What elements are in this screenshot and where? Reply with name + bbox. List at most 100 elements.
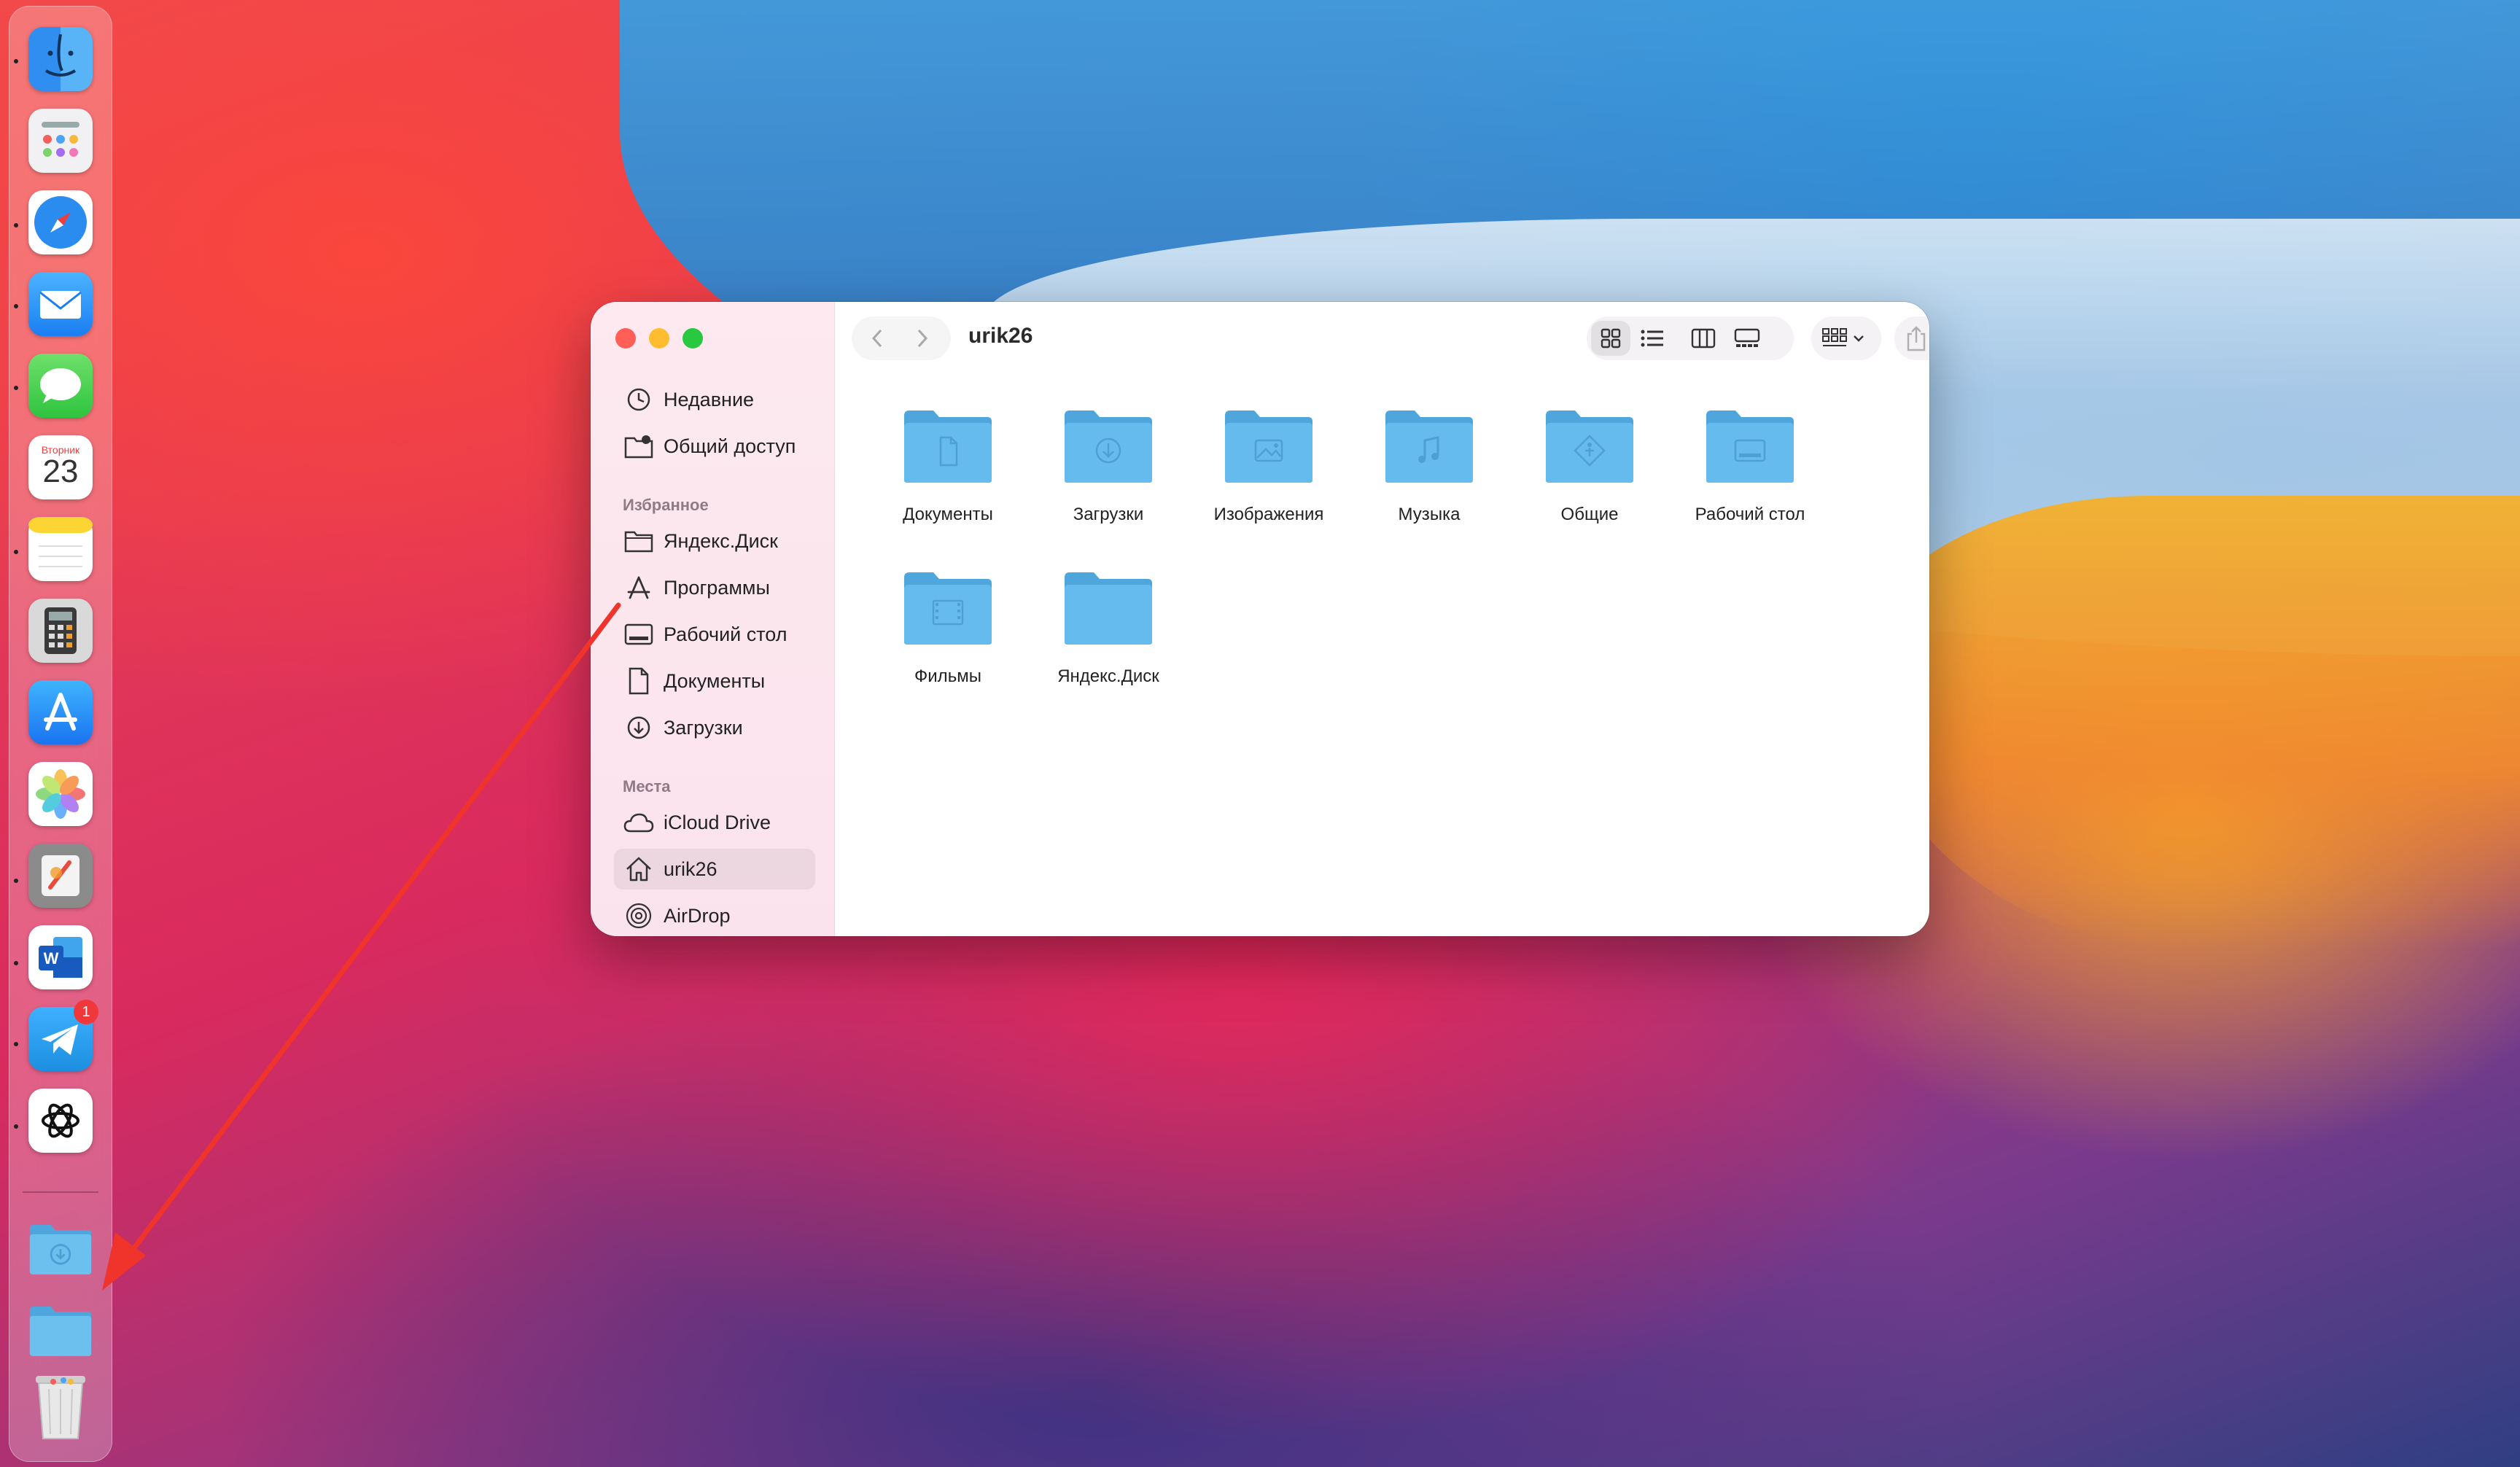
folder-item-downloads[interactable]: Загрузки (1028, 408, 1189, 525)
finder-window: Недавние Общий доступ Избранное Яндекс.Д… (591, 302, 1929, 936)
list-icon (1641, 330, 1663, 347)
folder-item-public[interactable]: Общие (1509, 408, 1670, 525)
folder-icon (903, 408, 993, 484)
dock-finder[interactable] (28, 27, 93, 91)
sidebar-item-label: Программы (664, 576, 770, 599)
sidebar-item-shared[interactable]: Общий доступ (614, 426, 815, 467)
photos-icon (36, 769, 85, 819)
minimize-button[interactable] (649, 328, 669, 349)
launchpad-icon (42, 122, 79, 157)
list-view-button[interactable] (1630, 316, 1674, 360)
calculator-icon (44, 607, 77, 654)
finder-toolbar: urik26 (834, 302, 1929, 367)
gallery-icon (1734, 328, 1760, 347)
dock-safari[interactable] (28, 190, 93, 254)
folder-icon (29, 1307, 92, 1356)
dock-chatgpt[interactable] (28, 1089, 93, 1153)
sidebar-item-label: iCloud Drive (664, 811, 771, 833)
finder-sidebar: Недавние Общий доступ Избранное Яндекс.Д… (591, 302, 835, 936)
dock-launchpad[interactable] (28, 109, 93, 173)
group-by-button[interactable] (1811, 316, 1881, 360)
maximize-button[interactable] (682, 328, 703, 349)
calendar-day: 23 (42, 454, 79, 489)
folder-icon (1063, 570, 1154, 646)
dock-calendar[interactable]: Вторник 23 (28, 435, 93, 499)
gallery-view-button[interactable] (1725, 316, 1769, 360)
applications-icon (623, 572, 655, 604)
chevron-down-icon (1854, 335, 1864, 342)
home-icon (623, 853, 655, 885)
dock-trash[interactable] (28, 1374, 93, 1439)
sidebar-item-airdrop[interactable]: AirDrop (614, 895, 815, 936)
action-buttons (1894, 316, 1929, 360)
svg-text:W: W (44, 949, 59, 968)
sidebar-item-documents[interactable]: Документы (614, 661, 815, 701)
sidebar-item-icloud-drive[interactable]: iCloud Drive (614, 802, 815, 843)
dock-downloads-stack[interactable] (28, 1217, 93, 1281)
safari-icon (34, 196, 87, 249)
column-view-button[interactable] (1681, 316, 1725, 360)
folder-item-yandex-disk[interactable]: Яндекс.Диск (1028, 570, 1189, 687)
dock-telegram[interactable]: 1 (28, 1000, 98, 1071)
chevron-left-icon (871, 329, 882, 348)
group-grid-icon (1822, 328, 1847, 346)
dock-notes[interactable] (28, 517, 93, 581)
document-icon (623, 665, 655, 697)
folder-item-desktop[interactable]: Рабочий стол (1670, 408, 1830, 525)
window-title: urik26 (968, 324, 1033, 348)
share-icon (1907, 326, 1926, 351)
dock-photos[interactable] (28, 762, 93, 826)
share-button[interactable] (1894, 316, 1929, 360)
running-indicator (14, 304, 18, 308)
columns-icon (1691, 328, 1716, 349)
icon-view-button[interactable] (1591, 321, 1630, 356)
sidebar-item-desktop[interactable]: Рабочий стол (614, 614, 815, 655)
dock-messages[interactable] (28, 354, 93, 418)
chatgpt-icon (42, 1103, 79, 1138)
sidebar-item-label: Общий доступ (664, 435, 796, 457)
folder-icon (1705, 408, 1795, 484)
dock-mail[interactable] (28, 272, 93, 336)
sidebar-item-label: AirDrop (664, 904, 731, 927)
wallpaper-orange-wave (1859, 496, 2520, 948)
desktop-icon (623, 618, 655, 650)
downloads-folder-icon (29, 1225, 92, 1275)
close-button[interactable] (615, 328, 636, 349)
folder-label: Музыка (1398, 505, 1461, 524)
folder-label: Документы (903, 505, 993, 524)
sidebar-item-recents[interactable]: Недавние (614, 379, 815, 420)
word-icon: W (39, 937, 82, 978)
dock-pixelmator[interactable] (28, 844, 93, 908)
clock-icon (623, 384, 655, 416)
running-indicator (14, 1042, 18, 1046)
folder-label: Общие (1560, 505, 1619, 524)
messages-icon (40, 368, 81, 403)
sidebar-item-applications[interactable]: Программы (614, 567, 815, 608)
sidebar-item-home[interactable]: urik26 (614, 849, 815, 890)
sidebar-item-downloads[interactable]: Загрузки (614, 707, 815, 748)
trash-icon (36, 1376, 85, 1439)
sidebar-item-label: Загрузки (664, 716, 743, 739)
dock-folder-stack[interactable] (28, 1299, 93, 1363)
sidebar-item-yandex-disk[interactable]: Яндекс.Диск (614, 521, 815, 561)
dock-app-store[interactable] (28, 680, 93, 744)
places-header: Места (623, 777, 671, 795)
folder-item-documents[interactable]: Документы (868, 408, 1028, 525)
finder-content: Документы Загрузки Изображения Музыка Об… (834, 375, 1929, 936)
favorites-header: Избранное (623, 496, 709, 514)
notes-icon (28, 517, 93, 567)
sidebar-item-label: Рабочий стол (664, 623, 788, 645)
folder-item-movies[interactable]: Фильмы (868, 570, 1028, 687)
chevron-right-icon (917, 329, 928, 348)
dock-calculator[interactable] (28, 599, 93, 663)
running-indicator (14, 59, 18, 63)
folder-item-music[interactable]: Музыка (1349, 408, 1509, 525)
running-indicator (14, 1124, 18, 1129)
folder-label: Фильмы (914, 666, 981, 686)
back-button[interactable] (856, 316, 900, 360)
running-indicator (14, 386, 18, 390)
folder-item-pictures[interactable]: Изображения (1189, 408, 1349, 525)
dock: Вторник 23 W 1 (9, 6, 112, 1462)
forward-button[interactable] (900, 316, 944, 360)
dock-word[interactable]: W (28, 925, 93, 989)
